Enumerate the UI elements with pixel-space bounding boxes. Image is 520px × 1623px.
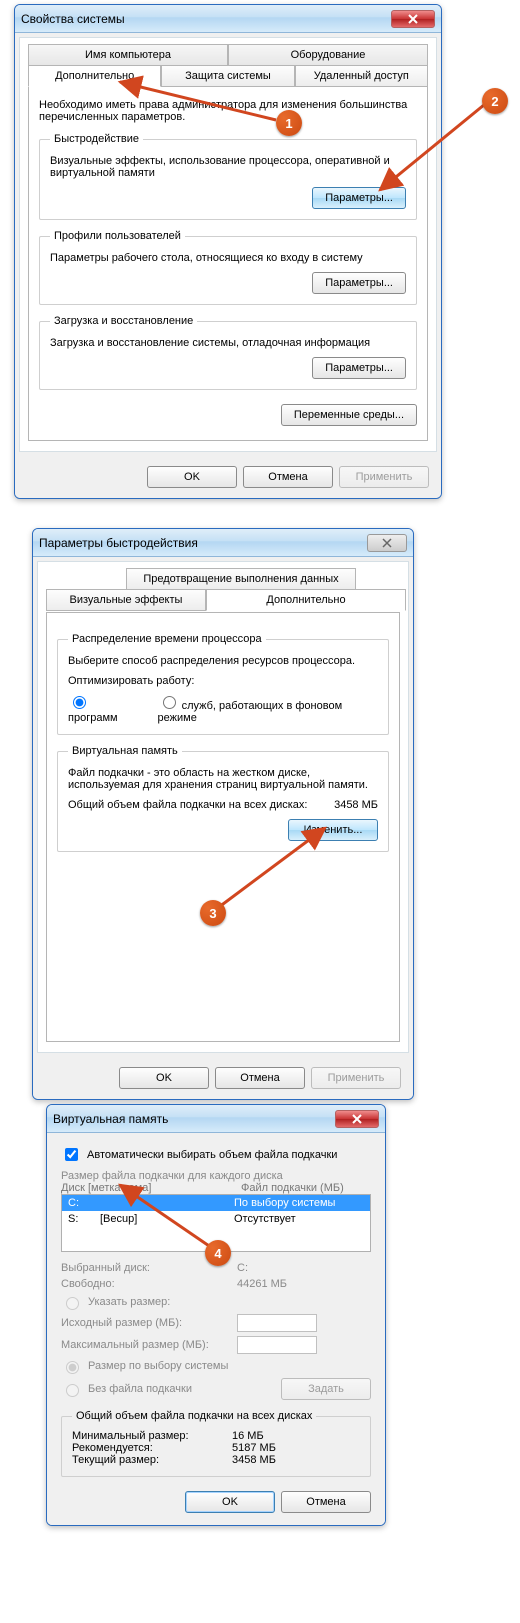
radio-custom-size	[66, 1297, 79, 1310]
titlebar[interactable]: Свойства системы	[15, 5, 441, 33]
radio-custom-label: Указать размер:	[88, 1296, 170, 1308]
cancel-button[interactable]: Отмена	[281, 1491, 371, 1513]
per-drive-heading: Размер файла подкачки для каждого диска	[61, 1170, 371, 1182]
titlebar[interactable]: Виртуальная память	[47, 1105, 385, 1133]
tab-advanced[interactable]: Дополнительно	[28, 65, 161, 87]
list-item[interactable]: C: По выбору системы	[62, 1195, 370, 1211]
tab-hardware[interactable]: Оборудование	[228, 44, 428, 66]
performance-desc: Визуальные эффекты, использование процес…	[50, 155, 406, 179]
summary-group: Общий объем файла подкачки на всех диска…	[61, 1410, 371, 1477]
annotation-badge-3: 3	[200, 900, 226, 926]
rec-label: Рекомендуется:	[72, 1442, 232, 1454]
startup-legend: Загрузка и восстановление	[50, 315, 197, 327]
virtual-memory-group: Виртуальная память Файл подкачки - это о…	[57, 745, 389, 852]
min-label: Минимальный размер:	[72, 1430, 232, 1442]
radio-services-label: служб, работающих в фоновом режиме	[158, 700, 343, 724]
vm-total-value: 3458 МБ	[334, 799, 378, 811]
radio-programs-label: программ	[68, 712, 118, 724]
tab-remote[interactable]: Удаленный доступ	[295, 65, 428, 87]
radio-system-label: Размер по выбору системы	[88, 1360, 228, 1372]
title: Виртуальная память	[53, 1112, 335, 1126]
max-size-label: Максимальный размер (МБ):	[61, 1339, 231, 1351]
radio-services[interactable]: служб, работающих в фоновом режиме	[158, 693, 378, 724]
set-button: Задать	[281, 1378, 371, 1400]
performance-group: Быстродействие Визуальные эффекты, испол…	[39, 133, 417, 220]
admin-note: Необходимо иметь права администратора дл…	[39, 99, 417, 123]
summary-legend: Общий объем файла подкачки на всех диска…	[72, 1410, 316, 1422]
processor-scheduling-group: Распределение времени процессора Выберит…	[57, 633, 389, 735]
title: Параметры быстродействия	[39, 536, 367, 550]
processor-desc: Выберите способ распределения ресурсов п…	[68, 655, 378, 667]
cancel-button[interactable]: Отмена	[215, 1067, 305, 1089]
close-icon[interactable]	[391, 10, 435, 28]
min-value: 16 МБ	[232, 1430, 264, 1442]
performance-settings-button[interactable]: Параметры...	[312, 187, 406, 209]
auto-manage-label: Автоматически выбирать объем файла подка…	[87, 1149, 337, 1161]
startup-desc: Загрузка и восстановление системы, отлад…	[50, 337, 406, 349]
initial-size-label: Исходный размер (МБ):	[61, 1317, 231, 1329]
title: Свойства системы	[21, 12, 391, 26]
virtual-memory-window: Виртуальная память Автоматически выбират…	[46, 1104, 386, 1526]
close-icon[interactable]	[367, 534, 407, 552]
titlebar[interactable]: Параметры быстродействия	[33, 529, 413, 557]
startup-settings-button[interactable]: Параметры...	[312, 357, 406, 379]
free-space-label: Свободно:	[61, 1278, 231, 1290]
apply-button: Применить	[339, 466, 429, 488]
ok-button[interactable]: OK	[185, 1491, 275, 1513]
drive-letter: S:	[68, 1213, 100, 1225]
radio-no-pagefile	[66, 1384, 79, 1397]
profiles-settings-button[interactable]: Параметры...	[312, 272, 406, 294]
tab-advanced[interactable]: Дополнительно	[206, 589, 406, 611]
drive-letter: C:	[68, 1197, 100, 1209]
ok-button[interactable]: OK	[147, 466, 237, 488]
radio-programs[interactable]: программ	[68, 693, 140, 724]
selected-drive-label: Выбранный диск:	[61, 1262, 231, 1274]
vm-change-button[interactable]: Изменить...	[288, 819, 378, 841]
ok-button[interactable]: OK	[119, 1067, 209, 1089]
annotation-badge-4: 4	[205, 1240, 231, 1266]
processor-legend: Распределение времени процессора	[68, 633, 266, 645]
startup-group: Загрузка и восстановление Загрузка и вос…	[39, 315, 417, 390]
drive-label	[100, 1197, 234, 1209]
profiles-desc: Параметры рабочего стола, относящиеся ко…	[50, 252, 406, 264]
tab-visual-effects[interactable]: Визуальные эффекты	[46, 589, 206, 611]
annotation-badge-2: 2	[482, 88, 508, 114]
col-drive: Диск [метка тома]	[61, 1182, 241, 1194]
profiles-legend: Профили пользователей	[50, 230, 185, 242]
cur-label: Текущий размер:	[72, 1454, 232, 1466]
list-item[interactable]: S: [Becup] Отсутствует	[62, 1211, 370, 1227]
vm-desc: Файл подкачки - это область на жестком д…	[68, 767, 378, 791]
optimize-label: Оптимизировать работу:	[68, 675, 378, 687]
drive-value: Отсутствует	[234, 1213, 364, 1225]
apply-button: Применить	[311, 1067, 401, 1089]
annotation-badge-1: 1	[276, 110, 302, 136]
vm-legend: Виртуальная память	[68, 745, 182, 757]
drive-label: [Becup]	[100, 1213, 234, 1225]
radio-system-managed	[66, 1361, 79, 1374]
radio-none-label: Без файла подкачки	[88, 1383, 192, 1395]
tab-computer-name[interactable]: Имя компьютера	[28, 44, 228, 66]
performance-options-window: Параметры быстродействия Предотвращение …	[32, 528, 414, 1100]
selected-drive-value: C:	[237, 1262, 248, 1274]
rec-value: 5187 МБ	[232, 1442, 276, 1454]
env-vars-button[interactable]: Переменные среды...	[281, 404, 417, 426]
max-size-input	[237, 1336, 317, 1354]
col-pagefile: Файл подкачки (МБ)	[241, 1182, 371, 1194]
close-icon[interactable]	[335, 1110, 379, 1128]
cur-value: 3458 МБ	[232, 1454, 276, 1466]
cancel-button[interactable]: Отмена	[243, 466, 333, 488]
performance-legend: Быстродействие	[50, 133, 143, 145]
drive-value: По выбору системы	[234, 1197, 364, 1209]
free-space-value: 44261 МБ	[237, 1278, 287, 1290]
auto-manage-checkbox[interactable]	[65, 1148, 78, 1161]
initial-size-input	[237, 1314, 317, 1332]
vm-total-label: Общий объем файла подкачки на всех диска…	[68, 799, 334, 811]
tab-dep[interactable]: Предотвращение выполнения данных	[126, 568, 356, 590]
profiles-group: Профили пользователей Параметры рабочего…	[39, 230, 417, 305]
system-properties-window: Свойства системы Имя компьютера Оборудов…	[14, 4, 442, 499]
tab-system-protection[interactable]: Защита системы	[161, 65, 294, 87]
